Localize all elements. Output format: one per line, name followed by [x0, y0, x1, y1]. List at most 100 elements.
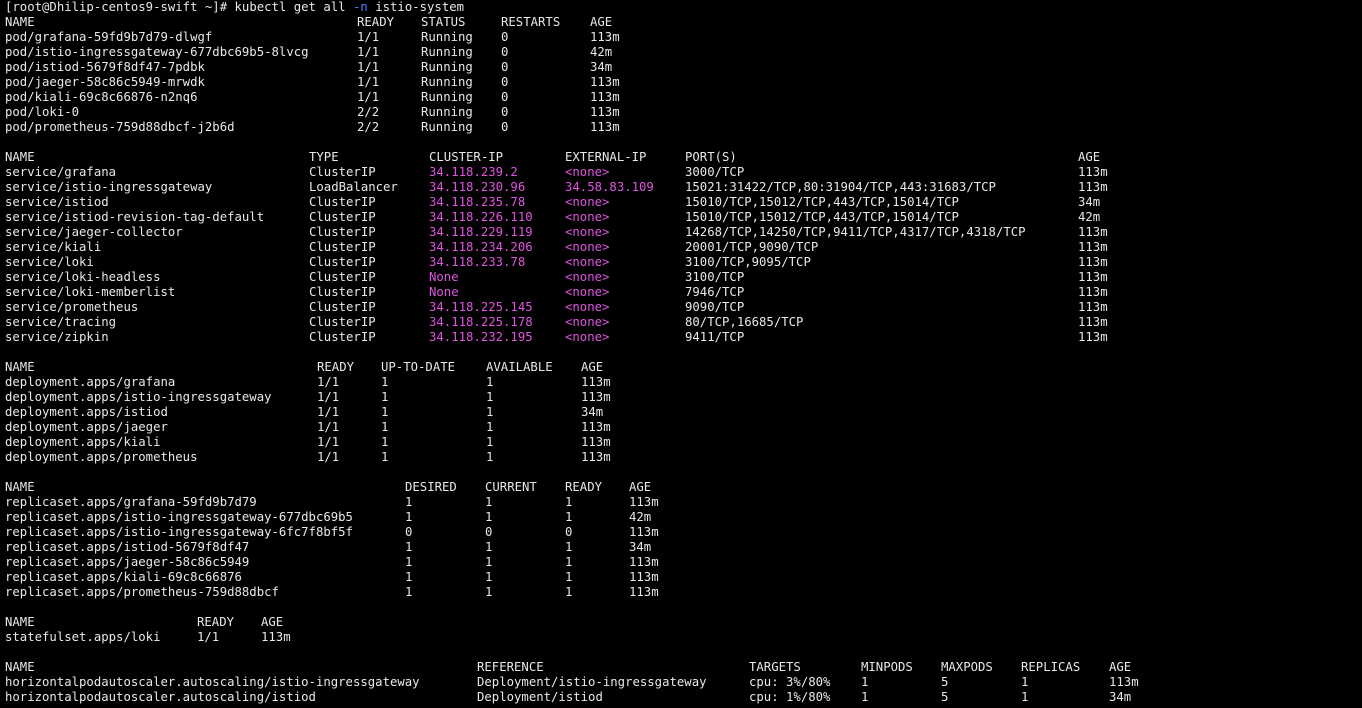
column-header: EXTERNAL-IP — [565, 150, 647, 164]
column-header: RESTARTS — [501, 15, 561, 29]
table-cell: 1/1 — [357, 75, 380, 89]
table-cell: 113m — [629, 555, 659, 569]
deployments-table-row: deployment.apps/prometheus 1/1 1 1 113m — [0, 450, 1362, 465]
column-header: MAXPODS — [941, 660, 993, 674]
column-header: AGE — [581, 360, 604, 374]
terminal-window[interactable]: [root@Dhilip-centos9-swift ~]# kubectl g… — [0, 0, 1362, 708]
table-cell: 113m — [581, 435, 611, 449]
table-cell: ClusterIP — [309, 315, 376, 329]
table-cell: replicaset.apps/grafana-59fd9b7d79 — [5, 495, 257, 509]
table-cell: 113m — [590, 120, 620, 134]
pods-table-row: pod/grafana-59fd9b7d79-dlwgf 1/1 Running 0 1… — [0, 30, 1362, 45]
table-cell: <none> — [565, 330, 610, 344]
table-cell: 0 — [501, 30, 509, 44]
column-header: DESIRED — [405, 480, 457, 494]
table-cell: None — [429, 285, 459, 299]
table-cell: 113m — [581, 375, 611, 389]
table-cell: 113m — [1078, 225, 1108, 239]
column-header: PORT(S) — [685, 150, 737, 164]
table-cell: 34.118.226.110 — [429, 210, 533, 224]
column-header: AVAILABLE — [486, 360, 553, 374]
table-cell: 34.118.232.195 — [429, 330, 533, 344]
table-cell: 1 — [485, 540, 493, 554]
table-cell: 0 — [501, 105, 509, 119]
table-cell: service/zipkin — [5, 330, 109, 344]
table-cell: pod/prometheus-759d88dbcf-j2b6d — [5, 120, 235, 134]
table-cell: <none> — [565, 315, 610, 329]
table-cell: 1 — [485, 585, 493, 599]
table-cell: 3000/TCP — [685, 165, 745, 179]
deployments-header-row: NAME READY UP-TO-DATE AVAILABLE AGE — [0, 360, 1362, 375]
column-header: REPLICAS — [1021, 660, 1081, 674]
table-cell: pod/jaeger-58c86c5949-mrwdk — [5, 75, 205, 89]
table-cell: 7946/TCP — [685, 285, 745, 299]
table-cell: 1 — [861, 690, 869, 704]
replicasets-table-row: replicaset.apps/istiod-5679f8df47 1 1 1 34m — [0, 540, 1362, 555]
table-cell: 0 — [565, 525, 573, 539]
table-cell: 1 — [486, 390, 494, 404]
table-cell: 113m — [629, 570, 659, 584]
table-cell: ClusterIP — [309, 300, 376, 314]
table-cell: 34.118.229.119 — [429, 225, 533, 239]
table-cell: 0 — [501, 120, 509, 134]
table-cell: 5 — [941, 690, 949, 704]
table-cell: Running — [421, 75, 473, 89]
table-cell: 1 — [405, 585, 413, 599]
hpas-header-row: NAME REFERENCE TARGETS MINPODS MAXPODS REPLIC… — [0, 660, 1362, 675]
table-cell: horizontalpodautoscaler.autoscaling/isti… — [5, 690, 316, 704]
table-cell: 34m — [1109, 690, 1132, 704]
table-cell: 1 — [381, 450, 389, 464]
table-cell: ClusterIP — [309, 195, 376, 209]
pods-header-row: NAME READY STATUS RESTARTS AGE — [0, 15, 1362, 30]
table-cell: 1 — [485, 570, 493, 584]
table-cell: 0 — [501, 45, 509, 59]
table-cell: 113m — [1078, 315, 1108, 329]
table-cell: 15021:31422/TCP,80:31904/TCP,443:31683/T… — [685, 180, 996, 194]
table-cell: <none> — [565, 165, 610, 179]
table-cell: 34.118.239.2 — [429, 165, 518, 179]
table-cell: service/grafana — [5, 165, 117, 179]
table-cell: 5 — [941, 675, 949, 689]
services-table-row: service/grafana ClusterIP 34.118.239.2 <non… — [0, 165, 1362, 180]
table-cell: 113m — [590, 30, 620, 44]
table-cell: deployment.apps/kiali — [5, 435, 161, 449]
table-cell: <none> — [565, 195, 610, 209]
services-table-row: service/kiali ClusterIP 34.118.234.206 <non… — [0, 240, 1362, 255]
pods-table-row: pod/istiod-5679f8df47-7pdbk 1/1 Running 0 34… — [0, 60, 1362, 75]
table-cell: 113m — [581, 420, 611, 434]
table-cell: 1/1 — [317, 405, 340, 419]
table-cell: 42m — [629, 510, 652, 524]
replicasets-table-row: replicaset.apps/grafana-59fd9b7d79 1 1 1 113… — [0, 495, 1362, 510]
table-cell: 1/1 — [357, 60, 380, 74]
column-header: NAME — [5, 480, 35, 494]
replicasets-header-row: NAME DESIRED CURRENT READY AGE — [0, 480, 1362, 495]
table-cell: 9090/TCP — [685, 300, 745, 314]
table-cell: 0 — [501, 60, 509, 74]
table-cell: 1 — [381, 420, 389, 434]
table-cell: 1 — [1021, 675, 1029, 689]
column-header: AGE — [261, 615, 284, 629]
table-cell: 113m — [629, 585, 659, 599]
table-cell: 34m — [1078, 195, 1101, 209]
table-cell: service/istio-ingressgateway — [5, 180, 213, 194]
table-cell: 42m — [1078, 210, 1101, 224]
table-cell: 1 — [405, 555, 413, 569]
replicasets-table-row: replicaset.apps/prometheus-759d88dbcf 1 1 1… — [0, 585, 1362, 600]
table-cell: replicaset.apps/prometheus-759d88dbcf — [5, 585, 279, 599]
column-header: AGE — [629, 480, 652, 494]
table-cell: 1/1 — [317, 450, 340, 464]
table-cell: Running — [421, 90, 473, 104]
table-cell: pod/grafana-59fd9b7d79-dlwgf — [5, 30, 213, 44]
table-cell: 113m — [1078, 165, 1108, 179]
column-header: REFERENCE — [477, 660, 544, 674]
table-cell: <none> — [565, 270, 610, 284]
table-cell: 1 — [405, 495, 413, 509]
table-cell: 113m — [1078, 300, 1108, 314]
table-cell: 2/2 — [357, 105, 380, 119]
table-cell: service/kiali — [5, 240, 102, 254]
replicasets-table-row: replicaset.apps/kiali-69c8c66876 1 1 1 113m — [0, 570, 1362, 585]
table-cell: replicaset.apps/istio-ingressgateway-677… — [5, 510, 353, 524]
table-cell: 34m — [629, 540, 652, 554]
column-header: STATUS — [421, 15, 466, 29]
table-cell: replicaset.apps/istiod-5679f8df47 — [5, 540, 250, 554]
